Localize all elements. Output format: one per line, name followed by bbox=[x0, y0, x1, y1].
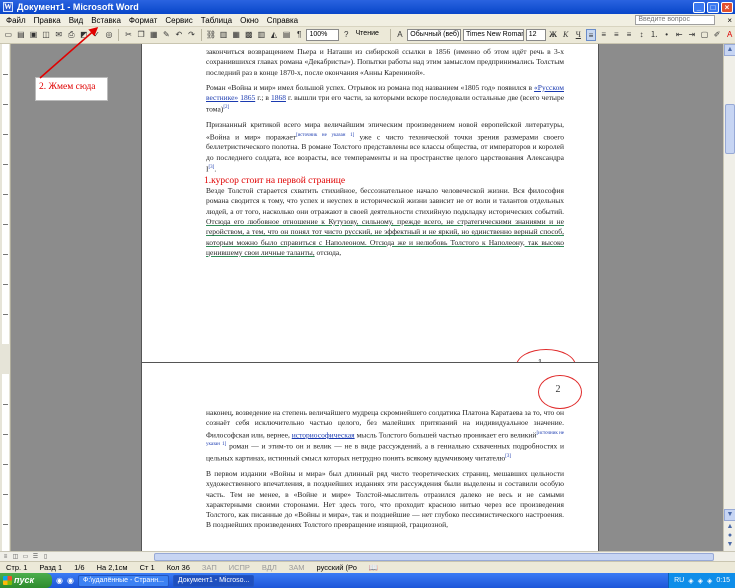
spelling-status-icon[interactable]: 📖 bbox=[363, 563, 384, 572]
normal-view-icon[interactable]: ≡ bbox=[1, 553, 10, 561]
status-rec[interactable]: ЗАП bbox=[196, 563, 223, 572]
quick-launch-icon[interactable]: ◉ bbox=[67, 576, 74, 585]
status-ext[interactable]: ВДЛ bbox=[256, 563, 283, 572]
taskbar-item-word[interactable]: Документ1 - Microso... bbox=[172, 574, 255, 587]
start-button[interactable]: пуск bbox=[0, 573, 52, 588]
tray-icon[interactable]: ◈ bbox=[698, 577, 703, 585]
status-section: Разд 1 bbox=[39, 563, 63, 572]
status-trk[interactable]: ИСПР bbox=[223, 563, 256, 572]
status-line: Ст 1 bbox=[139, 563, 155, 572]
taskbar: пуск ◉ ◉ Ф:\удалённые - Странн... Докуме… bbox=[0, 573, 735, 588]
status-language: русский (Ро bbox=[316, 563, 357, 572]
system-tray: RU ◈ ◈ ◈ 0:15 bbox=[668, 573, 735, 588]
outline-view-icon[interactable]: ☰ bbox=[31, 553, 40, 561]
quick-launch-icon[interactable]: ◉ bbox=[56, 576, 63, 585]
status-column: Кол 36 bbox=[166, 563, 190, 572]
start-label: пуск bbox=[14, 575, 35, 585]
clock: 0:15 bbox=[716, 577, 730, 584]
tray-icon[interactable]: ◈ bbox=[688, 577, 693, 585]
tray-icon[interactable]: ◈ bbox=[707, 577, 712, 585]
taskbar-item-explorer[interactable]: Ф:\удалённые - Странн... bbox=[77, 574, 169, 587]
horizontal-scrollbar[interactable]: ≡ ◫ ▭ ☰ ▯ bbox=[0, 551, 735, 561]
print-view-icon[interactable]: ▭ bbox=[21, 553, 30, 561]
web-view-icon[interactable]: ◫ bbox=[11, 553, 20, 561]
callout-arrow bbox=[39, 27, 99, 79]
reading-view-icon[interactable]: ▯ bbox=[41, 553, 50, 561]
status-page: Стр. 1 bbox=[6, 563, 28, 572]
horizontal-scroll-thumb[interactable] bbox=[154, 552, 714, 561]
language-indicator[interactable]: RU bbox=[674, 577, 684, 584]
status-pages: 1/6 bbox=[74, 563, 85, 572]
horizontal-scroll-track[interactable] bbox=[54, 552, 721, 561]
status-ovr[interactable]: ЗАМ bbox=[283, 563, 311, 572]
windows-flag-icon bbox=[3, 576, 12, 585]
status-bar: Стр. 1 Разд 1 1/6 На 2,1см Ст 1 Кол 36 З… bbox=[0, 561, 735, 573]
status-position: На 2,1см bbox=[96, 563, 128, 572]
